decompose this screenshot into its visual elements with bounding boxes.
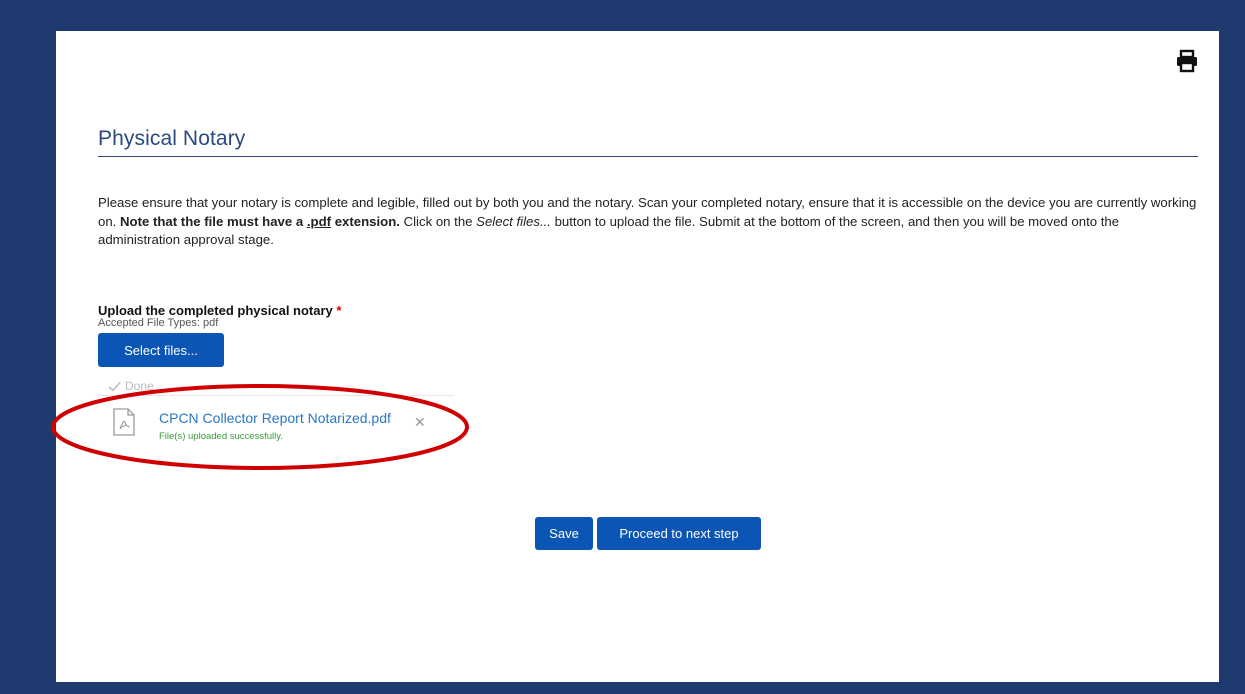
select-files-button[interactable]: Select files... xyxy=(98,333,224,367)
instructions-bold-a: Note that the file must have a xyxy=(120,213,307,229)
proceed-next-step-button[interactable]: Proceed to next step xyxy=(597,517,761,550)
required-asterisk: * xyxy=(336,303,342,318)
upload-label-text: Upload the completed physical notary xyxy=(98,303,337,318)
save-button[interactable]: Save xyxy=(535,517,593,550)
instructions-part2: Click on the xyxy=(399,213,477,229)
print-icon[interactable] xyxy=(1175,49,1199,73)
page-title: Physical Notary xyxy=(98,127,246,150)
instructions-italic: Select files... xyxy=(476,213,551,229)
instructions-pdf-ext: .pdf xyxy=(306,213,332,229)
accepted-file-types: Accepted File Types: pdf xyxy=(98,317,219,329)
form-card: Physical Notary Please ensure that your … xyxy=(51,31,1219,682)
instructions-bold: Note that the file must have a .pdf exte… xyxy=(120,214,400,229)
highlight-ellipse xyxy=(51,384,469,470)
instructions-text: Please ensure that your notary is comple… xyxy=(98,194,1203,250)
title-divider xyxy=(98,156,1198,157)
instructions-bold-b: extension. xyxy=(331,213,400,229)
upload-field-label: Upload the completed physical notary * xyxy=(98,303,341,318)
